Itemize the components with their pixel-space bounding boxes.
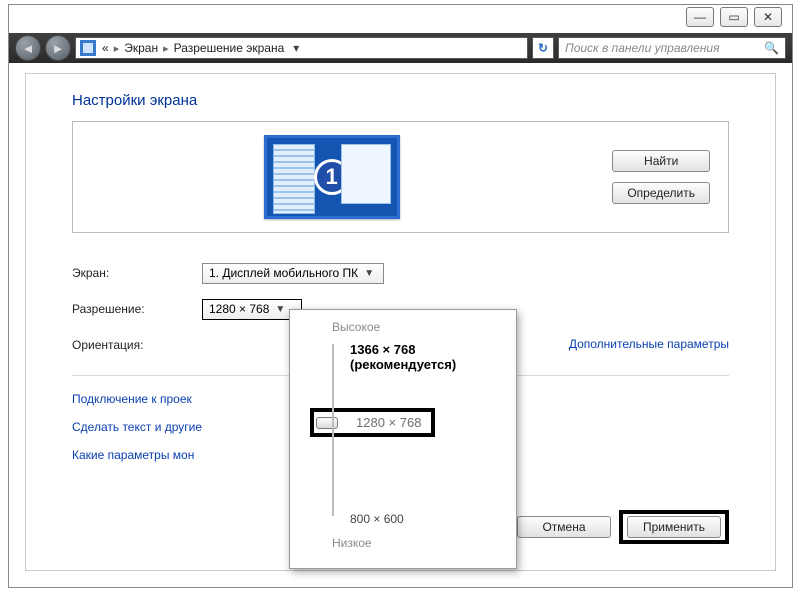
- control-panel-icon: [80, 40, 96, 56]
- chevron-down-icon: ▼: [275, 304, 285, 315]
- back-button[interactable]: ◄: [15, 35, 41, 61]
- apply-button-highlight: Применить: [619, 510, 729, 544]
- forward-button[interactable]: ►: [45, 35, 71, 61]
- close-button[interactable]: ✕: [754, 7, 782, 27]
- resolution-select[interactable]: 1280 × 768 ▼: [202, 299, 302, 320]
- breadcrumb-item[interactable]: Экран: [124, 41, 158, 55]
- resolution-current-value: 1280 × 768: [356, 415, 421, 430]
- chevron-down-icon: ▼: [364, 268, 374, 279]
- screen-select-value: 1. Дисплей мобильного ПК: [209, 266, 358, 280]
- resolution-current-highlight: 1280 × 768: [310, 408, 435, 437]
- search-icon: 🔍: [764, 41, 779, 55]
- address-bar[interactable]: « ▸ Экран ▸ Разрешение экрана ▾: [75, 37, 528, 59]
- chevron-right-icon: ▸: [114, 42, 120, 55]
- display-preview-box: 1 Найти Определить: [72, 121, 729, 233]
- screen-select[interactable]: 1. Дисплей мобильного ПК ▼: [202, 263, 384, 284]
- identify-button[interactable]: Определить: [612, 182, 710, 204]
- minimize-button[interactable]: —: [686, 7, 714, 27]
- resolution-recommended[interactable]: 1366 × 768 (рекомендуется): [350, 342, 504, 372]
- search-placeholder: Поиск в панели управления: [565, 41, 720, 55]
- projector-link-text: Подключение к проек: [72, 392, 192, 406]
- cancel-button[interactable]: Отмена: [517, 516, 611, 538]
- window-controls: — ▭ ✕: [686, 7, 782, 27]
- resolution-high-label: Высокое: [332, 320, 504, 334]
- page-title: Настройки экрана: [72, 92, 729, 109]
- refresh-button[interactable]: ↻: [532, 37, 554, 59]
- resolution-slider-thumb[interactable]: [316, 417, 338, 429]
- resolution-low-value[interactable]: 800 × 600: [350, 512, 404, 526]
- window-frame: — ▭ ✕ ◄ ► « ▸ Экран ▸ Разрешение экрана …: [8, 4, 793, 588]
- monitor-number-badge: 1: [314, 159, 350, 195]
- address-dropdown-icon[interactable]: ▾: [288, 41, 304, 55]
- resolution-select-value: 1280 × 768: [209, 302, 269, 316]
- apply-button[interactable]: Применить: [627, 516, 721, 538]
- breadcrumb-item[interactable]: Разрешение экрана: [174, 41, 285, 55]
- detect-button[interactable]: Найти: [612, 150, 710, 172]
- monitor-preview[interactable]: 1: [264, 135, 400, 219]
- resolution-popup: Высокое 1366 × 768 (рекомендуется) 1280 …: [289, 309, 517, 569]
- chevron-right-icon: ▸: [163, 42, 169, 55]
- resolution-low-label: Низкое: [332, 536, 372, 550]
- maximize-button[interactable]: ▭: [720, 7, 748, 27]
- resolution-slider-track[interactable]: [332, 344, 334, 516]
- search-input[interactable]: Поиск в панели управления 🔍: [558, 37, 786, 59]
- breadcrumb-prefix: «: [102, 41, 109, 55]
- orientation-label: Ориентация:: [72, 338, 202, 352]
- screen-label: Экран:: [72, 266, 202, 280]
- navbar: ◄ ► « ▸ Экран ▸ Разрешение экрана ▾ ↻ По…: [9, 33, 792, 63]
- resolution-label: Разрешение:: [72, 302, 202, 316]
